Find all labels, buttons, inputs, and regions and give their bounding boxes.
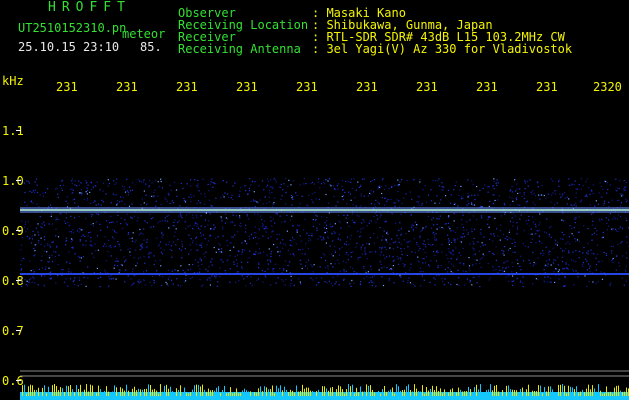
carrier-signal-core (20, 209, 629, 211)
time-tick-label: 231 (296, 80, 318, 94)
time-tick-label: 231 (416, 80, 438, 94)
label-antenna: Receiving Antenna (178, 42, 301, 56)
spectrogram (20, 178, 629, 400)
time-tick-label: 231 (476, 80, 498, 94)
time-tick-label: 231 (356, 80, 378, 94)
filename: UT2510152310.pn (18, 21, 127, 35)
time-tick-label: 231 (56, 80, 78, 94)
freq-tick (16, 230, 21, 231)
time-tick-label: 231 (116, 80, 138, 94)
secondary-signal-line (20, 273, 629, 275)
freq-tick (16, 280, 21, 281)
time-tick-label: 2320 (593, 80, 622, 94)
detection-count: 85. (140, 40, 162, 54)
value-antenna: : 3el Yagi(V) Az 330 for Vladivostok (312, 42, 573, 56)
freq-tick (16, 380, 21, 381)
time-tick-label: 231 (236, 80, 258, 94)
freq-unit-label: kHz (2, 74, 24, 88)
signal-level-bar (20, 384, 629, 400)
timestamp: 25.10.15 23:10 (18, 40, 120, 54)
freq-tick (16, 130, 21, 131)
file-tag: meteor (122, 27, 166, 41)
hrofft-screen: { "app": { "logo": "HROFFT" }, "file": {… (0, 0, 629, 400)
noise-band (20, 178, 629, 288)
time-tick-label: 231 (536, 80, 558, 94)
freq-tick (16, 330, 21, 331)
freq-tick (16, 180, 21, 181)
app-logo: HROFFT (48, 0, 131, 15)
time-tick-label: 231 (176, 80, 198, 94)
